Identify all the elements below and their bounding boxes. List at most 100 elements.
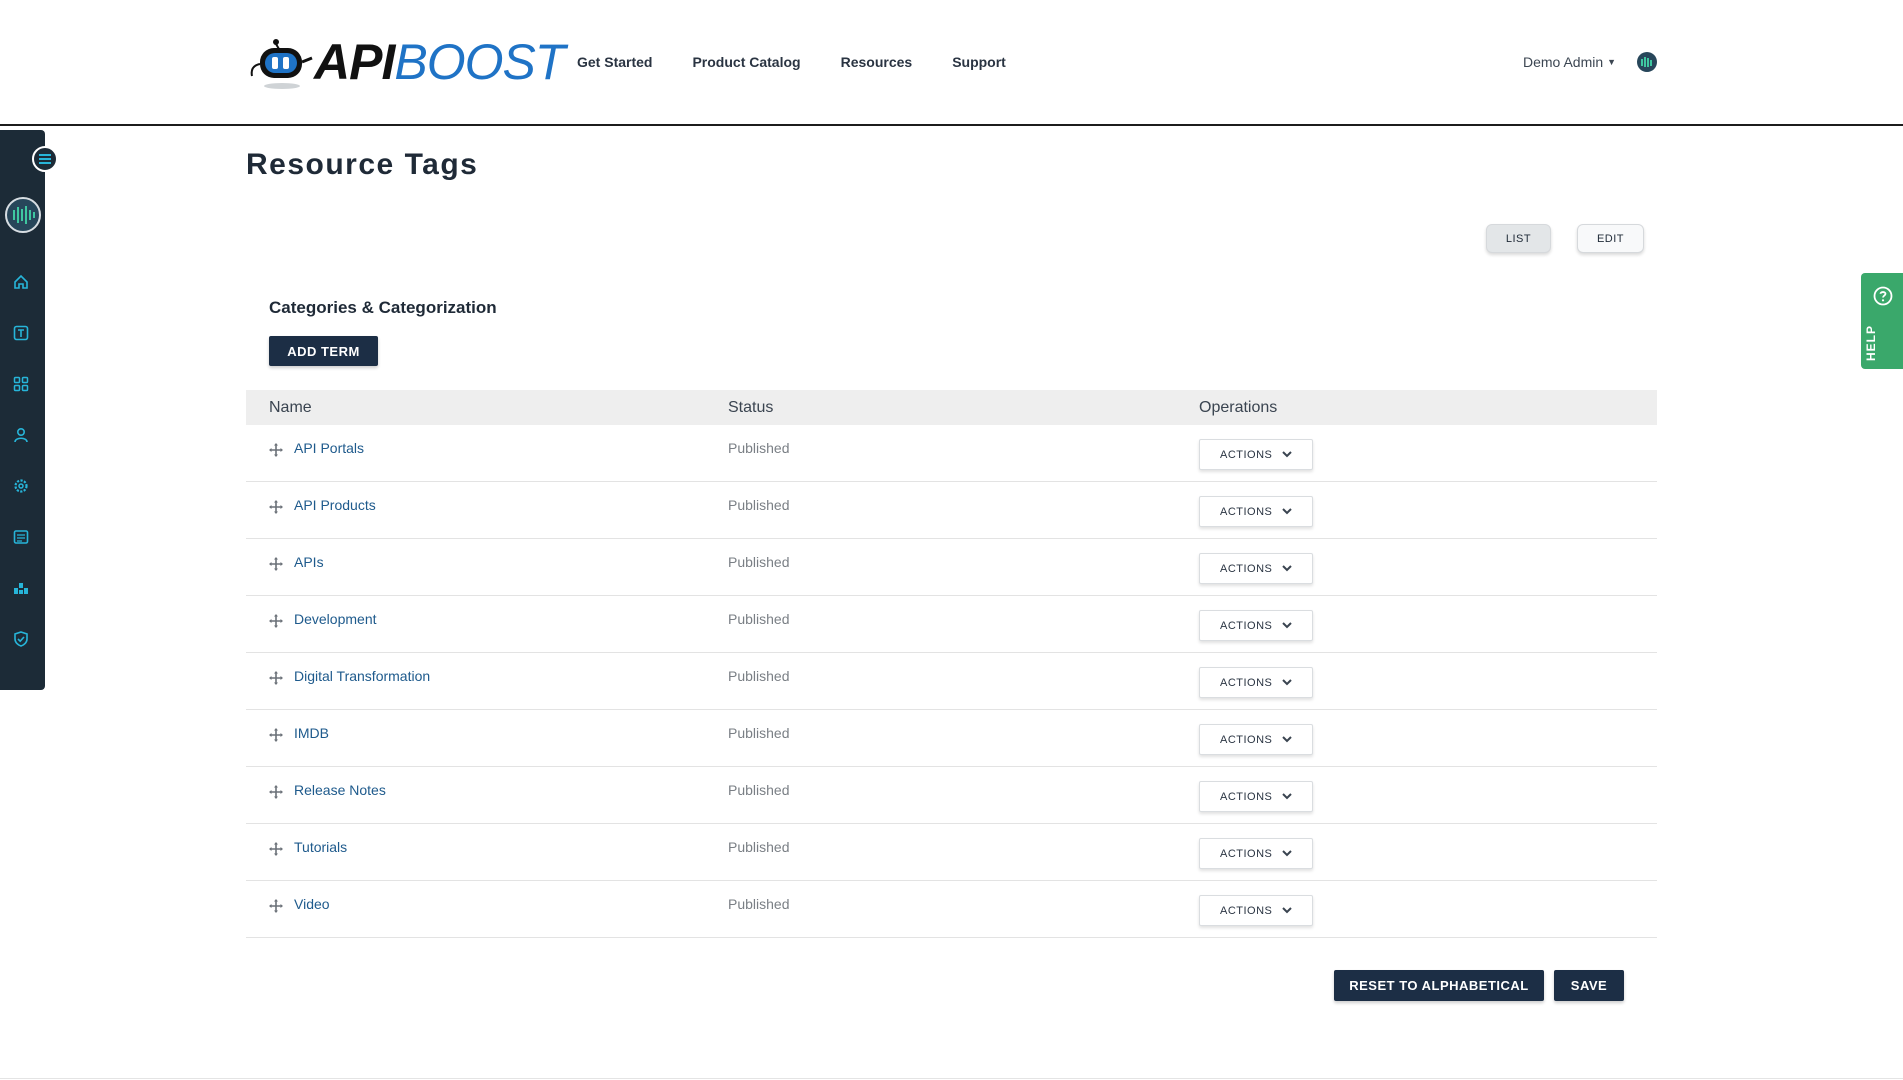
actions-dropdown-button[interactable]: ACTIONS xyxy=(1199,439,1313,470)
term-status: Published xyxy=(728,896,790,912)
nav-get-started[interactable]: Get Started xyxy=(577,54,652,70)
text-icon[interactable] xyxy=(11,323,31,343)
term-status: Published xyxy=(728,668,790,684)
chevron-down-icon xyxy=(1282,508,1293,515)
drag-handle-icon[interactable] xyxy=(269,842,283,856)
table-body: API Portals Published ACTIONS API Products P… xyxy=(246,425,1657,938)
caret-down-icon: ▼ xyxy=(1607,57,1617,67)
footer-divider xyxy=(0,1078,1903,1079)
chevron-down-icon xyxy=(1282,907,1293,914)
reset-alphabetical-button[interactable]: RESET TO ALPHABETICAL xyxy=(1334,970,1544,1001)
term-link[interactable]: Digital Transformation xyxy=(294,668,430,684)
term-link[interactable]: IMDB xyxy=(294,725,329,741)
table-row: IMDB Published ACTIONS xyxy=(246,710,1657,767)
actions-dropdown-button[interactable]: ACTIONS xyxy=(1199,724,1313,755)
chevron-down-icon xyxy=(1282,622,1293,629)
actions-label: ACTIONS xyxy=(1220,847,1273,860)
term-status: Published xyxy=(728,725,790,741)
actions-label: ACTIONS xyxy=(1220,505,1273,518)
question-circle-icon xyxy=(1873,286,1893,306)
user-name: Demo Admin xyxy=(1523,54,1604,70)
chevron-down-icon xyxy=(1282,850,1293,857)
term-status: Published xyxy=(728,782,790,798)
shield-icon[interactable] xyxy=(11,629,31,649)
actions-dropdown-button[interactable]: ACTIONS xyxy=(1199,667,1313,698)
term-link[interactable]: Development xyxy=(294,611,377,627)
term-status: Published xyxy=(728,554,790,570)
actions-dropdown-button[interactable]: ACTIONS xyxy=(1199,553,1313,584)
table-row: Digital Transformation Published ACTIONS xyxy=(246,653,1657,710)
actions-label: ACTIONS xyxy=(1220,904,1273,917)
user-avatar[interactable] xyxy=(1637,52,1657,72)
menu-icon xyxy=(39,154,51,164)
user-icon[interactable] xyxy=(11,425,31,445)
page-title: Resource Tags xyxy=(246,148,479,181)
save-button[interactable]: SAVE xyxy=(1554,970,1624,1001)
drag-handle-icon[interactable] xyxy=(269,614,283,628)
terms-table: Name Status Operations API Portals Publis… xyxy=(246,390,1657,938)
column-header-operations: Operations xyxy=(1199,399,1278,416)
table-row: API Products Published ACTIONS xyxy=(246,482,1657,539)
grid-icon[interactable] xyxy=(11,374,31,394)
apiboost-logo[interactable]: API BOOST xyxy=(246,34,565,90)
term-link[interactable]: Tutorials xyxy=(294,839,347,855)
actions-label: ACTIONS xyxy=(1220,790,1273,803)
top-header: API BOOST Get Started Product Catalog Res… xyxy=(0,0,1903,126)
actions-label: ACTIONS xyxy=(1220,448,1273,461)
drag-handle-icon[interactable] xyxy=(269,728,283,742)
drag-handle-icon[interactable] xyxy=(269,557,283,571)
drag-handle-icon[interactable] xyxy=(269,785,283,799)
add-term-button[interactable]: ADD TERM xyxy=(269,336,378,366)
chevron-down-icon xyxy=(1282,793,1293,800)
table-row: Development Published ACTIONS xyxy=(246,596,1657,653)
actions-dropdown-button[interactable]: ACTIONS xyxy=(1199,610,1313,641)
tab-list[interactable]: LIST xyxy=(1486,224,1551,253)
page: API BOOST Get Started Product Catalog Res… xyxy=(0,0,1903,1080)
term-link[interactable]: API Products xyxy=(294,497,376,513)
brand-api-text: API xyxy=(314,34,395,90)
main-nav: Get Started Product Catalog Resources Su… xyxy=(577,54,1006,70)
term-link[interactable]: Release Notes xyxy=(294,782,386,798)
sidebar-avatar[interactable] xyxy=(5,197,41,233)
user-menu[interactable]: Demo Admin ▼ xyxy=(1523,54,1616,70)
home-icon[interactable] xyxy=(11,272,31,292)
drag-handle-icon[interactable] xyxy=(269,671,283,685)
settings-icon[interactable] xyxy=(11,476,31,496)
tab-edit[interactable]: EDIT xyxy=(1577,224,1644,253)
term-status: Published xyxy=(728,611,790,627)
chevron-down-icon xyxy=(1282,451,1293,458)
actions-dropdown-button[interactable]: ACTIONS xyxy=(1199,496,1313,527)
nav-support[interactable]: Support xyxy=(952,54,1006,70)
help-tab[interactable]: HELP xyxy=(1861,273,1903,369)
actions-label: ACTIONS xyxy=(1220,619,1273,632)
table-header: Name Status Operations xyxy=(246,390,1657,425)
table-row: Release Notes Published ACTIONS xyxy=(246,767,1657,824)
term-status: Published xyxy=(728,839,790,855)
actions-dropdown-button[interactable]: ACTIONS xyxy=(1199,895,1313,926)
actions-label: ACTIONS xyxy=(1220,676,1273,689)
chevron-down-icon xyxy=(1282,736,1293,743)
content-icon[interactable] xyxy=(11,527,31,547)
nav-product-catalog[interactable]: Product Catalog xyxy=(692,54,800,70)
blocks-icon[interactable] xyxy=(11,578,31,598)
table-row: Tutorials Published ACTIONS xyxy=(246,824,1657,881)
drag-handle-icon[interactable] xyxy=(269,443,283,457)
column-header-name: Name xyxy=(269,399,312,416)
brand-boost-text: BOOST xyxy=(394,34,565,90)
sidebar-toggle-button[interactable] xyxy=(32,146,58,172)
table-row: Video Published ACTIONS xyxy=(246,881,1657,938)
chevron-down-icon xyxy=(1282,565,1293,572)
term-link[interactable]: Video xyxy=(294,896,330,912)
actions-dropdown-button[interactable]: ACTIONS xyxy=(1199,838,1313,869)
term-status: Published xyxy=(728,440,790,456)
actions-dropdown-button[interactable]: ACTIONS xyxy=(1199,781,1313,812)
column-header-status: Status xyxy=(728,399,774,416)
robot-logo-icon xyxy=(246,34,314,90)
drag-handle-icon[interactable] xyxy=(269,500,283,514)
section-title: Categories & Categorization xyxy=(269,298,497,317)
drag-handle-icon[interactable] xyxy=(269,899,283,913)
nav-resources[interactable]: Resources xyxy=(841,54,913,70)
term-link[interactable]: API Portals xyxy=(294,440,364,456)
term-status: Published xyxy=(728,497,790,513)
term-link[interactable]: APIs xyxy=(294,554,324,570)
